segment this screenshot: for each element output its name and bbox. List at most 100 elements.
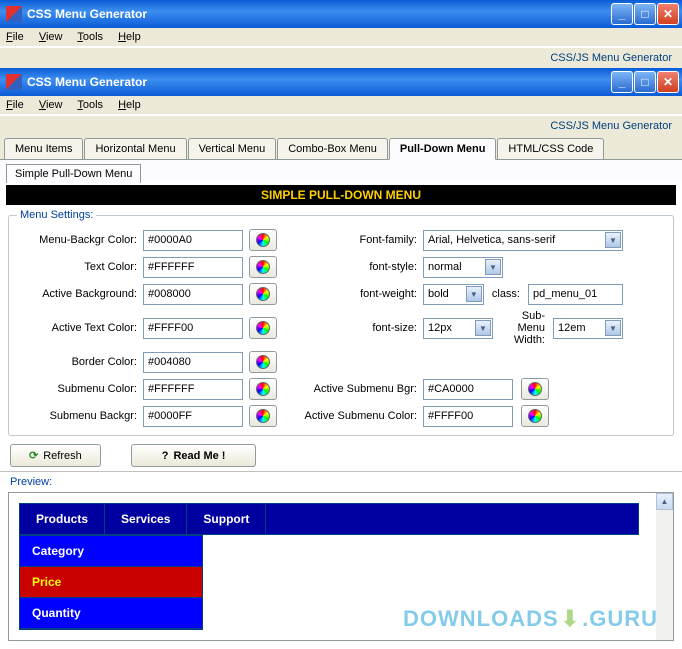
sub-tabs: Simple Pull-Down Menu <box>0 160 682 183</box>
tab-html-css-code[interactable]: HTML/CSS Code <box>497 138 604 159</box>
preview-menu-services[interactable]: Services <box>105 504 187 534</box>
tab-combobox-menu[interactable]: Combo-Box Menu <box>277 138 388 159</box>
preview-sub-quantity[interactable]: Quantity <box>20 598 202 629</box>
maximize-button[interactable]: □ <box>634 71 656 93</box>
menu-help[interactable]: Help <box>118 31 141 43</box>
question-icon: ? <box>162 450 169 462</box>
input-border-color[interactable] <box>143 352 243 373</box>
color-picker-submenu-color[interactable] <box>249 378 277 400</box>
window2-title: CSS Menu Generator <box>27 75 147 89</box>
scroll-up-icon[interactable]: ▲ <box>656 493 673 510</box>
color-picker-submenu-bg[interactable] <box>249 405 277 427</box>
preview-sub-price[interactable]: Price <box>20 567 202 598</box>
label-font-style: font-style: <box>287 261 417 273</box>
select-font-size[interactable]: 12px▼ <box>423 318 493 339</box>
color-picker-menu-bg[interactable] <box>249 229 277 251</box>
value-font-style: normal <box>428 261 462 273</box>
section-banner: SIMPLE PULL-DOWN MENU <box>6 185 676 205</box>
readme-button[interactable]: ? Read Me ! <box>131 444 257 467</box>
label-active-sub-color: Active Submenu Color: <box>287 410 417 422</box>
color-wheel-icon <box>256 233 270 247</box>
value-submenu-width: 12em <box>558 322 586 334</box>
close-button[interactable]: ✕ <box>657 71 679 93</box>
maximize-button[interactable]: □ <box>634 3 656 25</box>
window1-tagline: CSS/JS Menu Generator <box>0 47 682 68</box>
color-picker-border[interactable] <box>249 351 277 373</box>
menu-tools[interactable]: Tools <box>77 31 103 43</box>
label-class: class: <box>492 288 520 300</box>
tab-menu-items[interactable]: Menu Items <box>4 138 83 159</box>
value-font-weight: bold <box>428 288 449 300</box>
color-picker-active-text[interactable] <box>249 317 277 339</box>
preview-menu-support[interactable]: Support <box>187 504 266 534</box>
preview-main-menu: Products Services Support <box>19 503 639 535</box>
input-menu-bg[interactable] <box>143 230 243 251</box>
window2-tagline: CSS/JS Menu Generator <box>0 115 682 136</box>
settings-legend: Menu Settings: <box>17 209 96 221</box>
chevron-down-icon: ▼ <box>485 259 501 275</box>
label-menu-bg: Menu-Backgr Color: <box>17 234 137 246</box>
input-active-sub-bg[interactable] <box>423 379 513 400</box>
input-class[interactable] <box>528 284 623 305</box>
label-font-size: font-size: <box>287 322 417 334</box>
minimize-button[interactable]: _ <box>611 71 633 93</box>
chevron-down-icon: ▼ <box>605 232 621 248</box>
select-submenu-width[interactable]: 12em ▼ <box>553 318 623 339</box>
preview-submenu: Category Price Quantity <box>19 535 203 630</box>
watermark: DOWNLOADS ⬇ .GURU <box>403 606 658 632</box>
select-font-family[interactable]: Arial, Helvetica, sans-serif ▼ <box>423 230 623 251</box>
subtab-simple-pulldown[interactable]: Simple Pull-Down Menu <box>6 164 141 183</box>
color-wheel-icon <box>256 382 270 396</box>
window2-menubar: File View Tools Help <box>0 96 682 115</box>
color-picker-text[interactable] <box>249 256 277 278</box>
input-active-bg[interactable] <box>143 284 243 305</box>
close-button[interactable]: ✕ <box>657 3 679 25</box>
chevron-down-icon: ▼ <box>466 286 482 302</box>
watermark-b: .GURU <box>582 606 658 632</box>
input-submenu-bg[interactable] <box>143 406 243 427</box>
tab-horizontal-menu[interactable]: Horizontal Menu <box>84 138 186 159</box>
chevron-down-icon: ▼ <box>475 320 491 336</box>
window1-titlebar: CSS Menu Generator _ □ ✕ <box>0 0 682 28</box>
color-picker-active-sub-bg[interactable] <box>521 378 549 400</box>
color-picker-active-sub-color[interactable] <box>521 405 549 427</box>
menu-file[interactable]: File <box>6 31 24 43</box>
menu-settings-fieldset: Menu Settings: Menu-Backgr Color: Font-f… <box>8 209 674 436</box>
minimize-button[interactable]: _ <box>611 3 633 25</box>
input-active-sub-color[interactable] <box>423 406 513 427</box>
label-font-family: Font-family: <box>287 234 417 246</box>
refresh-button[interactable]: ⟳ Refresh <box>10 444 101 467</box>
menu-file[interactable]: File <box>6 99 24 111</box>
tab-pulldown-menu[interactable]: Pull-Down Menu <box>389 138 497 160</box>
color-picker-active-bg[interactable] <box>249 283 277 305</box>
color-wheel-icon <box>256 260 270 274</box>
label-active-sub-bg: Active Submenu Bgr: <box>287 383 417 395</box>
input-active-text[interactable] <box>143 318 243 339</box>
color-wheel-icon <box>256 409 270 423</box>
input-text-color[interactable] <box>143 257 243 278</box>
color-wheel-icon <box>528 382 542 396</box>
watermark-a: DOWNLOADS <box>403 606 559 632</box>
chevron-down-icon: ▼ <box>605 320 621 336</box>
window1-title: CSS Menu Generator <box>27 7 147 21</box>
menu-tools[interactable]: Tools <box>77 99 103 111</box>
label-border-color: Border Color: <box>17 356 137 368</box>
window2-titlebar: CSS Menu Generator _ □ ✕ <box>0 68 682 96</box>
app-icon <box>6 6 22 22</box>
color-wheel-icon <box>528 409 542 423</box>
menu-help[interactable]: Help <box>118 99 141 111</box>
preview-menu-products[interactable]: Products <box>20 504 105 534</box>
input-submenu-color[interactable] <box>143 379 243 400</box>
main-tabs: Menu Items Horizontal Menu Vertical Menu… <box>0 136 682 160</box>
value-font-family: Arial, Helvetica, sans-serif <box>428 234 555 246</box>
preview-sub-category[interactable]: Category <box>20 536 202 567</box>
color-wheel-icon <box>256 287 270 301</box>
preview-scrollbar[interactable]: ▲ <box>656 493 673 640</box>
menu-view[interactable]: View <box>39 31 63 43</box>
menu-view[interactable]: View <box>39 99 63 111</box>
label-active-text: Active Text Color: <box>17 322 137 334</box>
select-font-weight[interactable]: bold ▼ <box>423 284 484 305</box>
label-font-weight: font-weight: <box>287 288 417 300</box>
tab-vertical-menu[interactable]: Vertical Menu <box>188 138 277 159</box>
select-font-style[interactable]: normal ▼ <box>423 257 503 278</box>
